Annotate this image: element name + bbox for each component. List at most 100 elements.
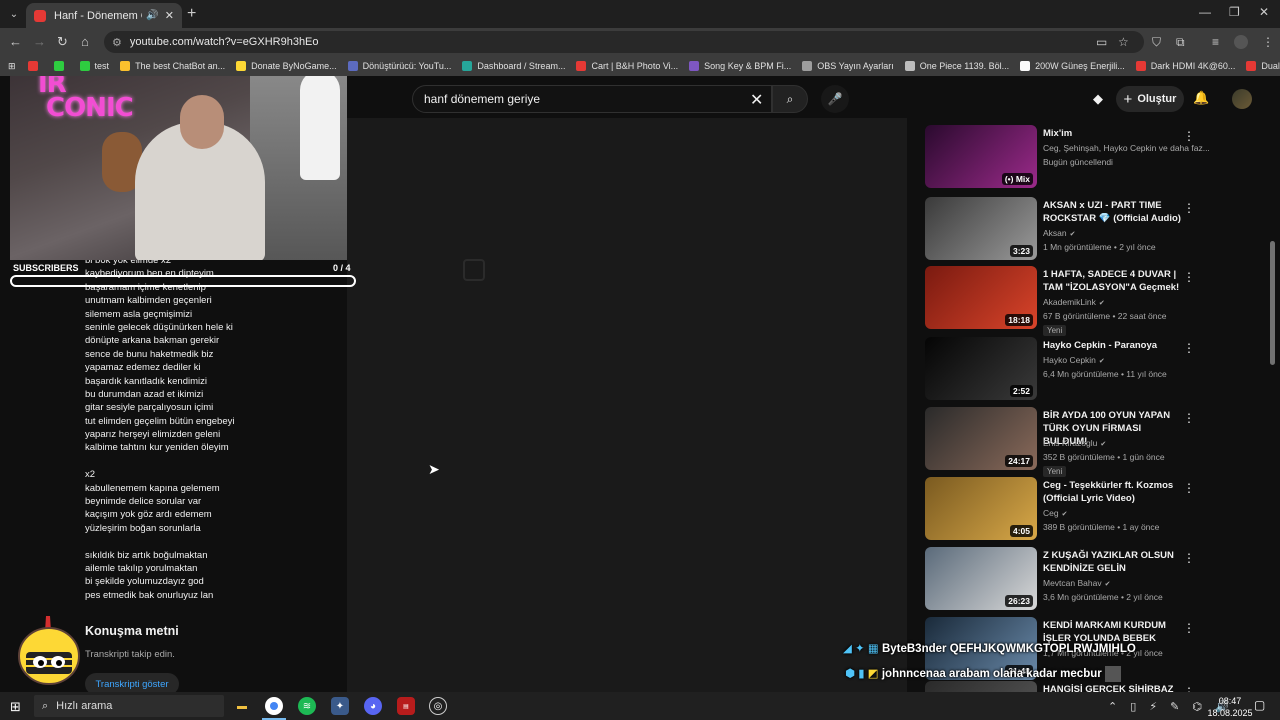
video-channel[interactable]: Enis Kirazoglu ✔	[1043, 438, 1106, 448]
tab-title: Hanf - Dönemem Geriye - YouTube	[54, 9, 142, 22]
more-options-icon[interactable]: ⋮	[1183, 551, 1195, 565]
new-tab-button[interactable]: +	[187, 5, 196, 23]
clock-date[interactable]: 18.08.2025	[1201, 708, 1259, 718]
reading-list-icon[interactable]: ≡	[1212, 35, 1219, 49]
video-title[interactable]: Z KUŞAĞI YAZIKLAR OLSUN KENDİNİZE GELİN	[1043, 549, 1181, 575]
menu-icon[interactable]: ⋮	[1262, 35, 1274, 49]
forward-button[interactable]: →	[33, 34, 46, 49]
extension-icon[interactable]: ◆	[1093, 91, 1103, 107]
bookmark-item[interactable]	[53, 61, 69, 71]
show-transcript-button[interactable]: Transkripti göster	[85, 673, 179, 692]
more-options-icon[interactable]: ⋮	[1183, 201, 1195, 215]
bookmark-item[interactable]: Song Key & BPM Fi...	[689, 61, 791, 71]
page-scrollbar[interactable]	[1270, 241, 1275, 365]
video-channel[interactable]: AkademikLink ✔	[1043, 297, 1105, 307]
bookmark-label: Donate ByNoGame...	[251, 61, 337, 71]
reload-button[interactable]: ↻	[57, 34, 68, 50]
apps-grid-icon[interactable]: ⊞	[8, 61, 16, 72]
more-options-icon[interactable]: ⋮	[1183, 481, 1195, 495]
video-channel[interactable]: Mevtcan Bahav ✔	[1043, 578, 1110, 588]
video-channel[interactable]: Aksan ✔	[1043, 228, 1076, 238]
bookmark-item[interactable]: Dual PC Audio Setu...	[1246, 61, 1280, 71]
recommended-video[interactable]: 3:23 AKSAN x UZI - PART TIME ROCKSTAR 💎 (…	[925, 197, 1205, 261]
more-options-icon[interactable]: ⋮	[1183, 341, 1195, 355]
shield-icon[interactable]: ⛉	[1152, 35, 1161, 50]
restore-window-button[interactable]: ❐	[1229, 5, 1240, 19]
recommended-video[interactable]: 2:52 Hayko Cepkin - Paranoya Hayko Cepkin ✔…	[925, 337, 1205, 401]
video-title[interactable]: AKSAN x UZI - PART TIME ROCKSTAR 💎 (Offi…	[1043, 199, 1181, 225]
file-explorer-icon[interactable]: ▬	[233, 697, 251, 715]
bookmark-star-icon[interactable]: ☆	[1118, 35, 1129, 49]
more-options-icon[interactable]: ⋮	[1183, 270, 1195, 284]
bookmark-item[interactable]: Dashboard / Stream...	[462, 61, 565, 71]
video-thumbnail[interactable]: 4:05	[925, 477, 1037, 540]
voice-meeter-icon[interactable]: ▤	[397, 697, 415, 715]
video-channel[interactable]: Hayko Cepkin ✔	[1043, 355, 1105, 365]
bookmark-item[interactable]: OBS Yayın Ayarları	[802, 61, 894, 71]
recommended-video[interactable]: HANGİSİ GERÇEK SİHİRBAZ ? -⋮	[925, 681, 1205, 692]
bookmark-item[interactable]: Cart | B&H Photo Vi...	[576, 61, 678, 71]
bookmark-item[interactable]	[27, 61, 43, 71]
bookmark-item[interactable]: 200W Güneş Enerjili...	[1020, 61, 1125, 71]
recommended-video[interactable]: 26:23 Z KUŞAĞI YAZIKLAR OLSUN KENDİNİZE G…	[925, 547, 1205, 611]
video-thumbnail[interactable]: 18:18	[925, 266, 1037, 329]
cast-icon[interactable]: ▭	[1096, 35, 1107, 49]
spotify-icon[interactable]: ≋	[298, 697, 316, 715]
more-options-icon[interactable]: ⋮	[1183, 129, 1195, 143]
clear-search-icon[interactable]: ✕	[750, 90, 763, 110]
video-player[interactable]	[347, 118, 907, 692]
video-title[interactable]: Ceg - Teşekkürler ft. Kozmos (Official L…	[1043, 479, 1181, 505]
notifications-bell-icon[interactable]: 🔔	[1193, 90, 1209, 106]
profile-avatar[interactable]	[1234, 35, 1248, 49]
video-channel[interactable]: Ceg, Şehinşah, Hayko Cepkin ve daha faz.…	[1043, 143, 1210, 153]
video-thumbnail[interactable]: 3:23	[925, 197, 1037, 260]
video-title[interactable]: 1 HAFTA, SADECE 4 DUVAR | TAM "İZOLASYON…	[1043, 268, 1181, 294]
more-options-icon[interactable]: ⋮	[1183, 621, 1195, 635]
windows-start-icon[interactable]: ⊞	[10, 699, 21, 715]
video-thumbnail[interactable]: (•) Mix	[925, 125, 1037, 188]
bookmark-item[interactable]: One Piece 1139. Böl...	[904, 61, 1009, 71]
video-thumbnail[interactable]: 26:23	[925, 547, 1037, 610]
audio-playing-icon[interactable]: 🔊	[146, 10, 158, 21]
video-channel[interactable]: Ceg ✔	[1043, 508, 1067, 518]
site-info-icon[interactable]: ⚙	[112, 36, 122, 49]
address-bar[interactable]: ⚙ youtube.com/watch?v=eGXHR9h3hEo	[104, 31, 1144, 53]
home-button[interactable]: ⌂	[81, 34, 89, 49]
taskbar-search-input[interactable]: ⌕ Hızlı arama	[34, 695, 224, 717]
streaming-tool-icon[interactable]: ✦	[331, 697, 349, 715]
recommended-video[interactable]: 24:17 BİR AYDA 100 OYUN YAPAN TÜRK OYUN F…	[925, 407, 1205, 477]
voice-search-button[interactable]: 🎤	[821, 85, 849, 113]
bookmark-item[interactable]: The best ChatBot an...	[120, 61, 225, 71]
extensions-icon[interactable]: ⧉	[1176, 35, 1185, 50]
clock-time[interactable]: 08:47	[1213, 696, 1247, 706]
search-input[interactable]: hanf dönemem geriye	[412, 85, 772, 113]
recommended-video[interactable]: 18:18 1 HAFTA, SADECE 4 DUVAR | TAM "İZOL…	[925, 266, 1205, 336]
video-title[interactable]: Hayko Cepkin - Paranoya	[1043, 339, 1181, 352]
search-button[interactable]: ⌕	[772, 85, 808, 113]
minimize-window-button[interactable]: —	[1199, 5, 1211, 19]
recommended-video[interactable]: (•) Mix Mix'im Ceg, Şehinşah, Hayko Cepkin…	[925, 125, 1210, 189]
more-options-icon[interactable]: ⋮	[1183, 411, 1195, 425]
tab-search-button[interactable]: ⌄	[4, 5, 24, 23]
obs-icon[interactable]: ◎	[429, 697, 447, 715]
video-thumbnail[interactable]	[925, 681, 1037, 692]
tab-youtube[interactable]: Hanf - Dönemem Geriye - YouTube 🔊 ✕	[26, 3, 182, 28]
video-title[interactable]: Mix'im	[1043, 127, 1181, 140]
video-title[interactable]: HANGİSİ GERÇEK SİHİRBAZ ? -	[1043, 683, 1181, 692]
account-avatar[interactable]	[1232, 89, 1252, 109]
recommended-video[interactable]: 4:05 Ceg - Teşekkürler ft. Kozmos (Offici…	[925, 477, 1205, 541]
video-thumbnail[interactable]: 2:52	[925, 337, 1037, 400]
create-button[interactable]: + Oluştur	[1116, 86, 1184, 112]
bookmark-item[interactable]: test	[79, 61, 109, 71]
close-tab-icon[interactable]: ✕	[165, 9, 174, 22]
notifications-icon[interactable]: ▢	[1254, 698, 1265, 712]
chrome-icon[interactable]	[265, 697, 283, 715]
more-options-icon[interactable]: ⋮	[1183, 685, 1195, 692]
bookmark-item[interactable]: Donate ByNoGame...	[236, 61, 337, 71]
video-thumbnail[interactable]: 24:17	[925, 407, 1037, 470]
close-window-button[interactable]: ✕	[1259, 5, 1269, 19]
bookmark-item[interactable]: Dönüştürücü: YouTu...	[347, 61, 451, 71]
bookmark-item[interactable]: Dark HDMI 4K@60...	[1135, 61, 1235, 71]
discord-icon[interactable]: ◕	[364, 697, 382, 715]
back-button[interactable]: ←	[9, 34, 22, 49]
